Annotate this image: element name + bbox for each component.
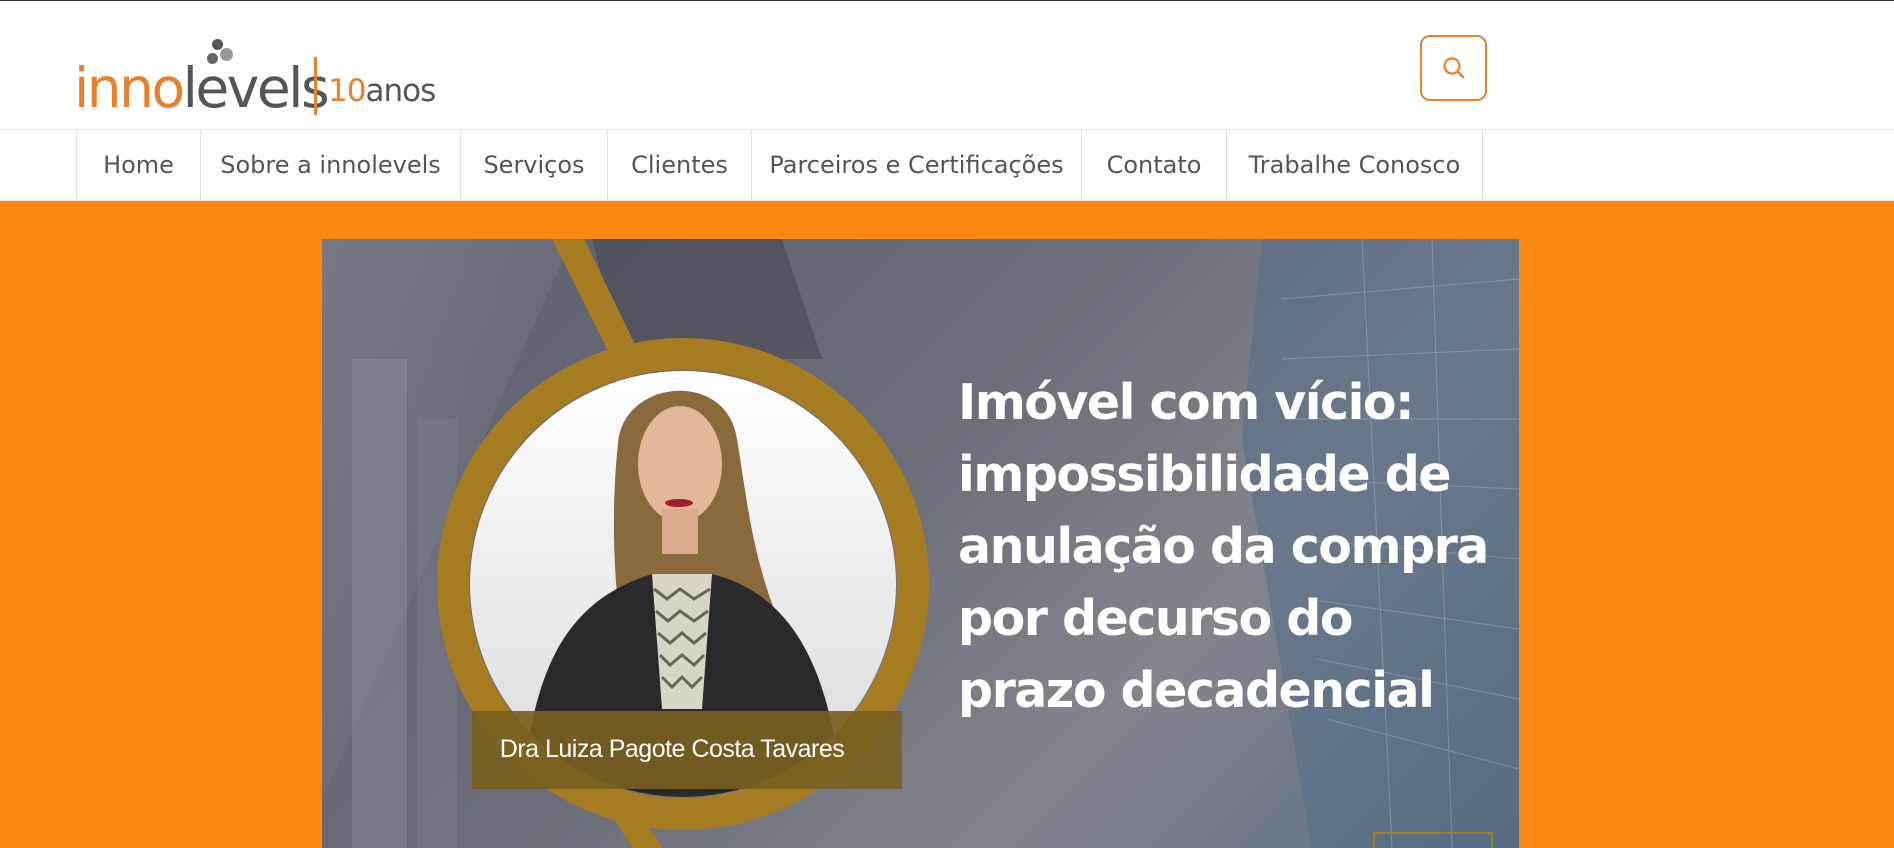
nav-item-label: Serviços [483,151,585,179]
author-name: Dra Luiza Pagote Costa Tavares [499,734,845,763]
logo-wordmark: innolevels [74,53,330,123]
hero-section: Imóvel com vício: impossibilidade de anu… [0,201,1894,848]
nav-item-servicos[interactable]: Serviços [461,130,608,200]
logo-wordmark-part1: inno [74,56,185,120]
logo-years-label: anos [365,73,436,109]
nav-item-home[interactable]: Home [77,130,201,200]
nav-item-label: Trabalhe Conosco [1248,151,1461,179]
nav-item-label: Sobre a innolevels [220,151,441,179]
nav-item-label: Contato [1106,151,1202,179]
nav-item-parceiros[interactable]: Parceiros e Certificações [752,130,1082,200]
logo-years-number: 10 [328,73,366,109]
nav-item-label: Home [103,151,174,179]
nav-item-trabalhe-conosco[interactable]: Trabalhe Conosco [1227,130,1483,200]
featured-post-banner[interactable]: Imóvel com vício: impossibilidade de anu… [322,239,1519,848]
nav-item-contato[interactable]: Contato [1082,130,1227,200]
logo-wordmark-part2: levels [182,56,330,120]
banner-title: Imóvel com vício: impossibilidade de anu… [958,374,1489,719]
search-icon [1442,57,1464,79]
nav-item-clientes[interactable]: Clientes [608,130,752,200]
nav-menu: Home Sobre a innolevels Serviços Cliente… [76,130,1483,200]
logo-anniversary: 10anos [328,71,436,111]
nav-item-label: Parceiros e Certificações [769,151,1064,179]
site-logo[interactable]: innolevels 10anos [74,37,436,120]
search-button[interactable] [1420,35,1487,101]
logo-dot [212,39,223,50]
building-shape [352,359,407,848]
nav-item-label: Clientes [631,151,728,179]
main-navigation: Home Sobre a innolevels Serviços Cliente… [0,129,1894,201]
logo-divider [314,57,317,115]
site-header: innolevels 10anos [0,1,1894,129]
nav-item-sobre[interactable]: Sobre a innolevels [201,130,461,200]
